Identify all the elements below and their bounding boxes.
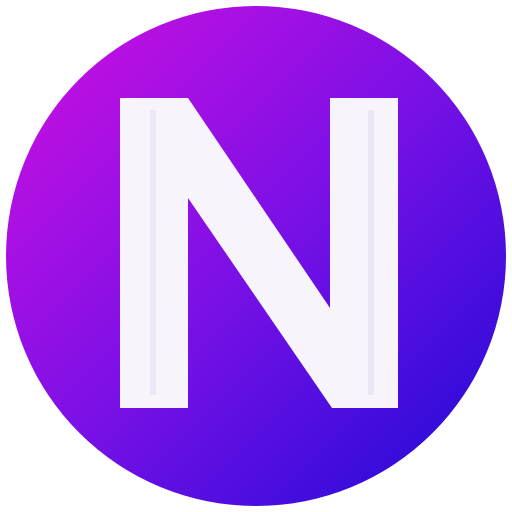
n-logo-icon [6, 6, 506, 506]
app-icon [0, 0, 512, 512]
